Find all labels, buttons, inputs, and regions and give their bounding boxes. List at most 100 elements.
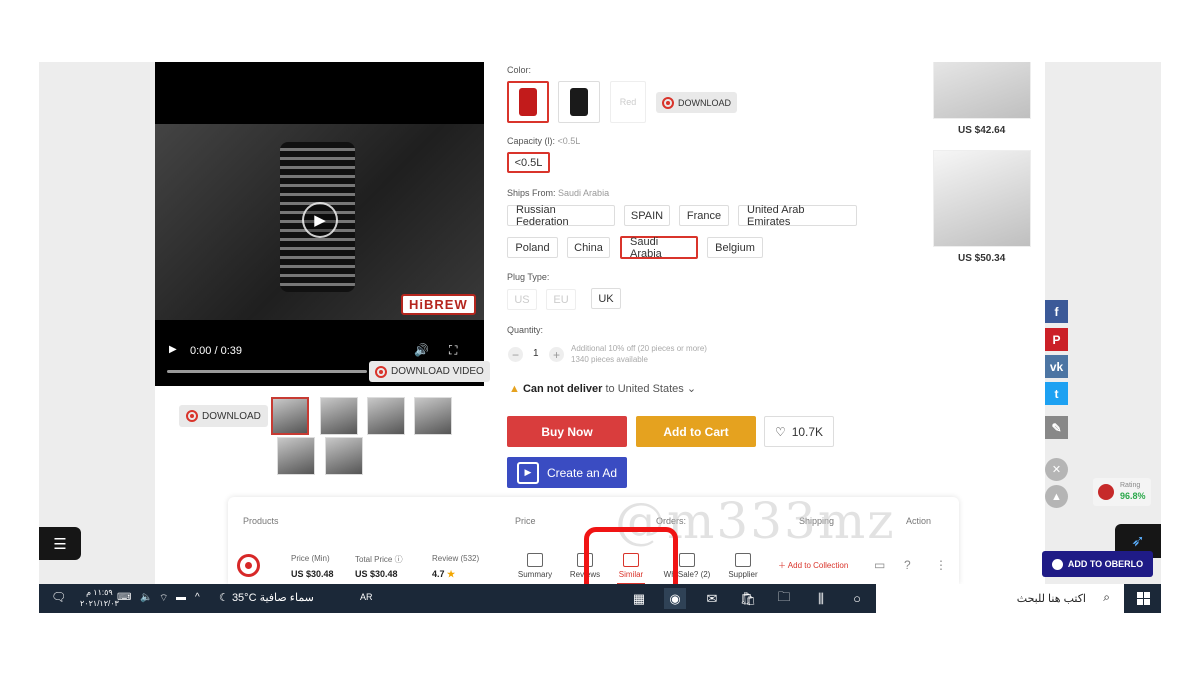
chart-icon [527, 553, 543, 567]
plug-option-uk[interactable]: UK [591, 288, 621, 309]
weather-widget[interactable]: ☾ 35°C سماء صافية [219, 591, 314, 604]
scroll-up-icon[interactable]: ▲ [1045, 485, 1068, 508]
store-icon[interactable]: 🛍 [737, 588, 759, 609]
related-product-image[interactable] [933, 150, 1031, 247]
chrome-icon[interactable]: ◉ [664, 588, 686, 609]
header-products: Products [243, 516, 279, 526]
ships-option-russia[interactable]: Russian Federation [507, 204, 615, 228]
chevron-up-icon[interactable]: ^ [195, 592, 200, 603]
buy-now-button[interactable]: Buy Now [507, 416, 627, 447]
plus-icon: ＋ [778, 561, 786, 570]
wifi-icon[interactable]: ⌔ [159, 592, 168, 605]
play-icon[interactable]: ▶ [302, 202, 338, 238]
header-action: Action [906, 516, 932, 526]
menu-list-icon[interactable]: ☰ [39, 527, 81, 560]
thumbnail[interactable] [367, 397, 405, 435]
language-indicator[interactable]: AR [360, 592, 373, 602]
cortana-icon[interactable]: ○ [846, 588, 868, 609]
fullscreen-icon[interactable]: ⛶ [449, 343, 457, 358]
stat-title-price-min: Price (Min) [291, 554, 330, 563]
task-view-icon[interactable]: ⫼ [810, 588, 832, 609]
keyboard-icon[interactable]: ⌨ [117, 592, 131, 603]
color-option-disabled: Red [610, 81, 646, 123]
taskbar-search-box[interactable]: اكتب هنا للبحث ⌕ [876, 584, 1124, 613]
moon-icon: ☾ [219, 592, 229, 604]
volume-icon[interactable]: 🔈 [140, 592, 152, 603]
plug-option-eu: EU [546, 289, 576, 310]
download-label: DOWNLOAD [202, 410, 261, 422]
download-video-button[interactable]: DOWNLOAD VIDEO [369, 361, 490, 382]
pinterest-icon[interactable]: P [1045, 328, 1068, 351]
star-icon: ★ [447, 569, 456, 579]
related-product-image[interactable] [933, 62, 1031, 119]
ships-option-spain[interactable]: SPAIN [624, 205, 670, 226]
ships-option-france[interactable]: France [679, 205, 729, 226]
thumbnail[interactable] [325, 437, 363, 475]
delivery-warning: ▲ Can not deliver to United States ⌄ [509, 382, 696, 395]
search-icon: ⌕ [1103, 590, 1110, 604]
plug-type-label: Plug Type: [507, 272, 550, 282]
product-video[interactable]: ▶ HiBREW ▶ 0:00 / 0:39 🔊 ⛶ [155, 62, 484, 386]
add-to-oberlo-button[interactable]: ADD TO OBERLO [1042, 551, 1153, 577]
brand-watermark: HiBREW [401, 294, 476, 315]
rating-value: 96.8% [1120, 491, 1146, 501]
vk-icon[interactable]: vk [1045, 355, 1068, 378]
action-summary-label: Summary [517, 570, 553, 579]
ships-option-saudi-arabia[interactable]: Saudi Arabia [620, 236, 698, 260]
related-product-price: US $50.34 [958, 253, 1006, 264]
quantity-increase-button[interactable]: + [549, 347, 564, 362]
file-explorer-icon[interactable]: 🗀 [773, 588, 795, 609]
thumbnail[interactable] [271, 397, 309, 435]
info-icon[interactable]: ⓘ [395, 555, 403, 564]
play-icon: ▶ [516, 461, 539, 484]
control-play-icon[interactable]: ▶ [169, 344, 177, 355]
chevron-down-icon[interactable]: ⌄ [687, 383, 696, 395]
notification-icon[interactable]: 🗨 [51, 590, 66, 604]
rating-logo-icon [1098, 484, 1114, 500]
ships-option-uae[interactable]: United Arab Emirates [738, 204, 857, 228]
color-option-red[interactable] [507, 81, 549, 123]
taskbar-clock[interactable]: ١١:٥٩ م ٢٠٢١/١٢/٠٣ [80, 587, 119, 609]
thumbnail[interactable] [320, 397, 358, 435]
clock-time: ١١:٥٩ م [86, 588, 113, 597]
close-icon[interactable]: ✕ [1045, 458, 1068, 481]
capacity-option[interactable]: <0.5L [507, 152, 550, 173]
add-to-collection-button[interactable]: ＋ Add to Collection [778, 560, 848, 571]
video-progress-bar[interactable] [167, 370, 367, 373]
quantity-value[interactable]: 1 [533, 348, 539, 359]
action-supplier[interactable]: Supplier [721, 553, 765, 579]
ships-option-poland[interactable]: Poland [507, 237, 558, 258]
record-icon [662, 96, 674, 109]
help-icon[interactable]: ? [904, 558, 911, 572]
action-summary[interactable]: Summary [513, 553, 557, 579]
store-icon [735, 553, 751, 567]
windows-start-icon[interactable] [1137, 592, 1150, 605]
create-an-ad-button[interactable]: ▶ Create an Ad [507, 457, 627, 488]
record-icon [186, 410, 198, 422]
more-icon[interactable]: ⋮ [935, 558, 947, 572]
quantity-discount-note: Additional 10% off (20 pieces or more) [571, 344, 707, 353]
quantity-decrease-button[interactable]: − [508, 347, 523, 362]
download-color-button[interactable]: DOWNLOAD [656, 92, 738, 113]
add-to-cart-button[interactable]: Add to Cart [636, 416, 756, 447]
twitter-icon[interactable]: t [1045, 382, 1068, 405]
mail-icon[interactable]: ✉ [701, 588, 723, 609]
battery-icon[interactable]: ▬ [176, 592, 186, 603]
ships-option-belgium[interactable]: Belgium [707, 237, 763, 258]
ships-option-china[interactable]: China [567, 237, 610, 258]
facebook-icon[interactable]: f [1045, 300, 1068, 323]
total-price-title: Total Price [355, 555, 393, 564]
wishlist-button[interactable]: ♡ 10.7K [764, 416, 834, 447]
delivery-destination[interactable]: to United States [605, 383, 683, 395]
folder-icon[interactable]: ▭ [874, 558, 885, 572]
search-placeholder: اكتب هنا للبحث [1016, 593, 1086, 605]
color-option-black[interactable] [558, 81, 600, 123]
stat-value-total-price: US $30.48 [355, 569, 398, 579]
seller-rating: Rating 96.8% [1093, 478, 1151, 506]
thumbnail[interactable] [414, 397, 452, 435]
volume-icon[interactable]: 🔊 [414, 343, 429, 357]
edit-icon[interactable]: ✎ [1045, 416, 1068, 439]
windows-app-icon[interactable]: ▦ [628, 588, 650, 609]
thumbnail[interactable] [277, 437, 315, 475]
download-images-button[interactable]: DOWNLOAD [179, 405, 268, 427]
